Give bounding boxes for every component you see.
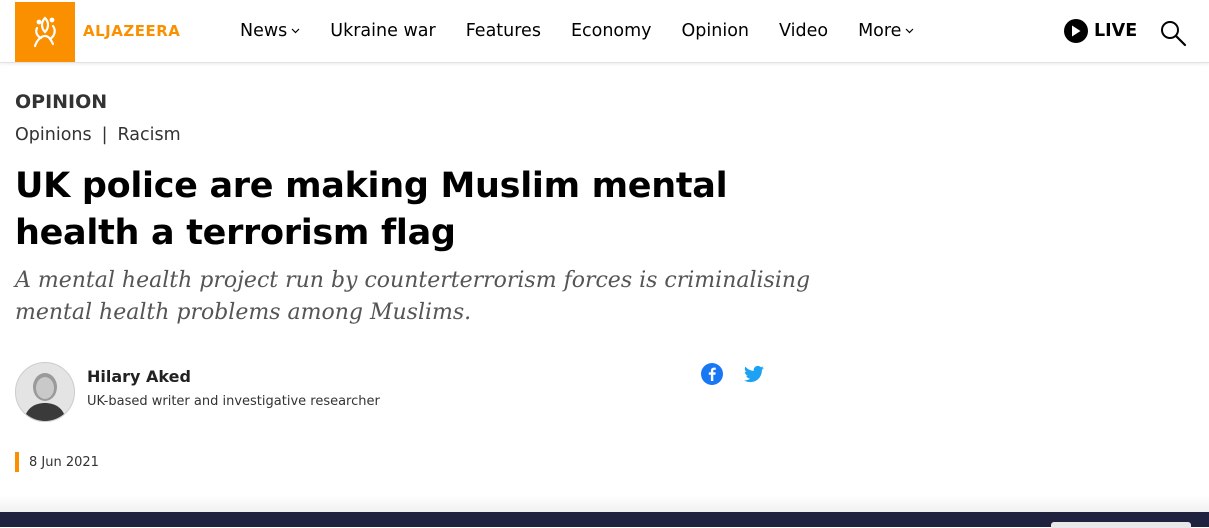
author-name[interactable]: Hilary Aked — [87, 367, 380, 386]
site-header: ALJAZEERA News Ukraine war Features Econ… — [0, 0, 1209, 63]
date-accent-bar — [15, 452, 19, 472]
footer-strip — [0, 512, 1209, 528]
avatar[interactable] — [15, 362, 75, 422]
article-headline: UK police are making Muslim mental healt… — [15, 166, 728, 253]
nav-item-label: Features — [465, 21, 541, 41]
main-nav: News Ukraine war Features Economy Opinio… — [240, 0, 944, 62]
nav-item-news[interactable]: News — [240, 21, 300, 41]
nav-item-label: Ukraine war — [330, 21, 436, 41]
breadcrumb-opinions[interactable]: Opinions — [15, 125, 92, 145]
nav-item-ukraine-war[interactable]: Ukraine war — [330, 21, 435, 41]
section-label[interactable]: OPINION — [15, 91, 107, 113]
nav-item-features[interactable]: Features — [466, 21, 541, 41]
calligraphy-logo-icon — [33, 16, 56, 48]
nav-item-label: Opinion — [681, 21, 750, 41]
page-fade — [0, 495, 1209, 512]
nav-item-label: Video — [779, 21, 829, 41]
live-button[interactable]: LIVE — [1064, 19, 1137, 43]
nav-item-label: More — [858, 21, 902, 41]
logo-wordmark[interactable]: ALJAZEERA — [83, 22, 180, 40]
nav-item-label: Economy — [570, 21, 652, 41]
share-buttons — [700, 362, 784, 386]
breadcrumb-separator: | — [101, 125, 108, 145]
nav-item-label: News — [240, 21, 288, 41]
publish-date: 8 Jun 2021 — [29, 455, 99, 470]
aljazeera-logo-mark[interactable] — [15, 2, 75, 62]
nav-item-video[interactable]: Video — [779, 21, 828, 41]
article-dek: A mental health project run by counterte… — [15, 268, 811, 325]
nav-item-more[interactable]: More — [858, 21, 914, 41]
facebook-icon[interactable] — [700, 362, 724, 386]
nav-item-economy[interactable]: Economy — [571, 21, 652, 41]
breadcrumb: Opinions | Racism — [15, 125, 181, 145]
breadcrumb-racism[interactable]: Racism — [118, 125, 181, 145]
search-icon[interactable] — [1159, 19, 1187, 47]
twitter-icon[interactable] — [742, 362, 766, 386]
live-label: LIVE — [1094, 21, 1138, 41]
author-block: Hilary Aked UK-based writer and investig… — [15, 362, 380, 422]
nav-item-opinion[interactable]: Opinion — [682, 21, 750, 41]
footer-pill — [1051, 522, 1191, 528]
chevron-down-icon — [905, 28, 914, 34]
chevron-down-icon — [291, 28, 300, 34]
play-icon — [1064, 19, 1088, 43]
author-role: UK-based writer and investigative resear… — [87, 394, 380, 409]
